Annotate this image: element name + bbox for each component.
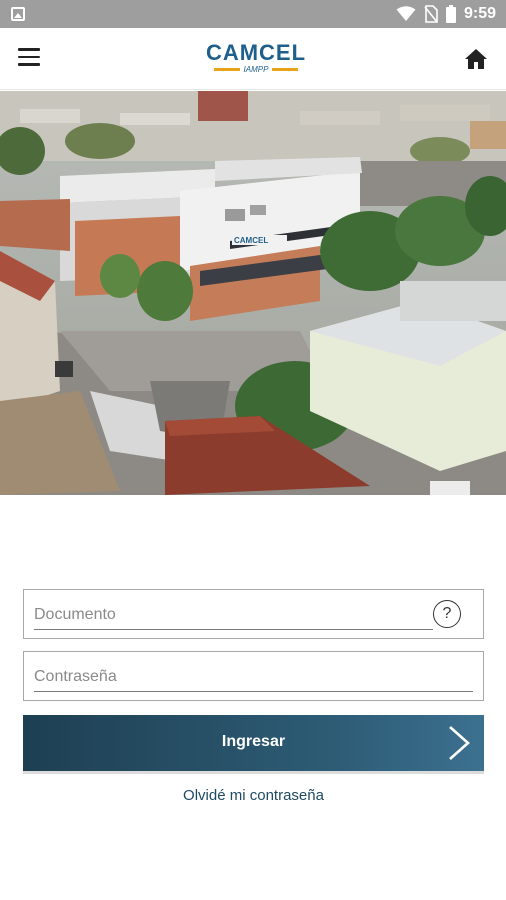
login-form: ? Ingresar Olvidé mi contraseña: [23, 589, 484, 804]
image-icon: [11, 7, 25, 21]
hamburger-menu-icon[interactable]: [18, 48, 46, 70]
app-bar: CAMCEL IAMPP: [0, 28, 506, 90]
logo-subtitle: IAMPP: [243, 65, 269, 74]
document-underline: [34, 629, 433, 630]
password-underline: [34, 691, 473, 692]
battery-icon: [445, 5, 456, 23]
document-input[interactable]: [34, 602, 429, 628]
logo-brand: CAMCEL: [205, 40, 307, 65]
password-input[interactable]: [34, 664, 429, 690]
camcel-logo: CAMCEL IAMPP: [204, 40, 308, 75]
building-sign: CAMCEL: [234, 236, 268, 245]
forgot-password-link[interactable]: Olvidé mi contraseña: [23, 787, 484, 804]
login-button-label: Ingresar: [221, 733, 286, 750]
no-sim-icon: [424, 5, 438, 23]
help-icon[interactable]: ?: [433, 600, 461, 628]
hero-aerial-image: CAMCEL: [0, 91, 506, 495]
chevron-right-icon: [449, 726, 470, 760]
status-bar: 9:59: [0, 0, 506, 28]
password-field: [23, 651, 484, 701]
document-field: ?: [23, 589, 484, 639]
status-time: 9:59: [463, 5, 496, 22]
login-button[interactable]: Ingresar: [23, 715, 484, 771]
wifi-icon: [396, 6, 416, 21]
home-icon[interactable]: [464, 48, 488, 70]
